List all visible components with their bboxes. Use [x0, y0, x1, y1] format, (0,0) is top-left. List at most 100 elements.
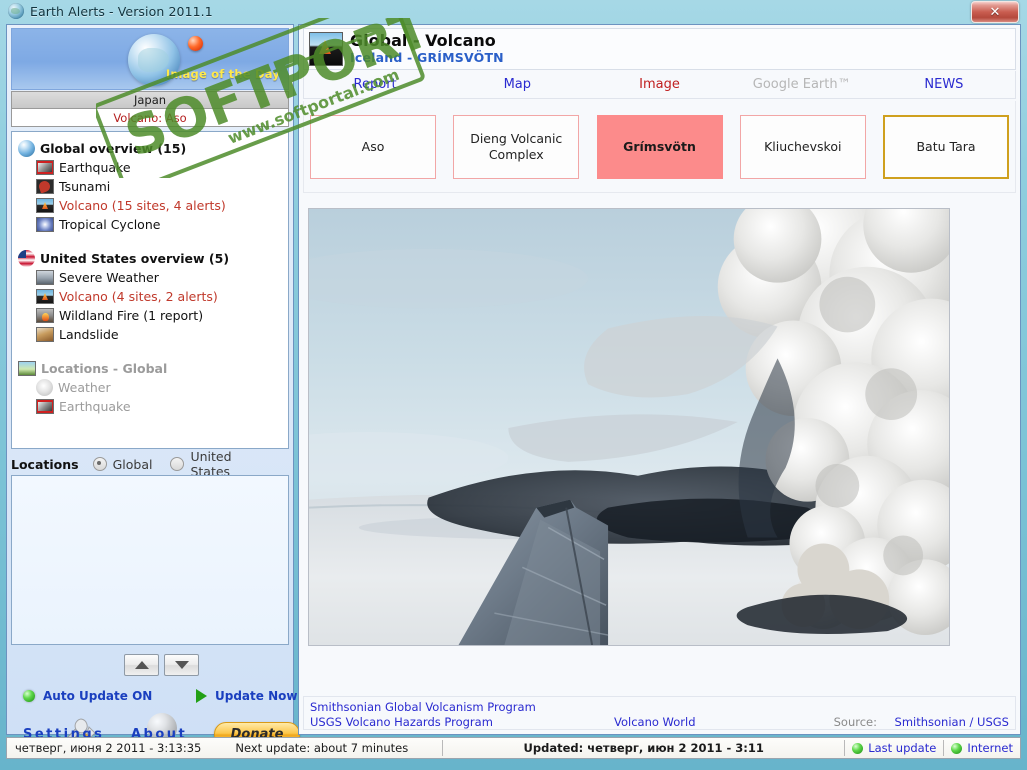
tree-item-tsunami[interactable]: Tsunami — [36, 177, 288, 196]
usa-flag-icon — [18, 249, 35, 267]
tab-map[interactable]: Map — [446, 77, 588, 92]
tree-head-locations-global[interactable]: Locations - Global — [18, 358, 288, 378]
volcano-site-tabs: Aso Dieng Volcanic Complex Grímsvötn Kli… — [303, 101, 1016, 193]
scroll-up-button[interactable] — [124, 654, 159, 676]
tree-head-label: Locations - Global — [41, 360, 168, 376]
tab-report[interactable]: Report — [304, 77, 446, 92]
page-subtitle: Iceland - GRÍMSVÖTN — [350, 50, 504, 65]
locations-bar: Locations Global United States — [11, 449, 289, 479]
tree-item-label: Volcano (15 sites, 4 alerts) — [59, 198, 226, 213]
severe-weather-icon — [36, 270, 54, 285]
locations-icon — [18, 360, 36, 376]
volcano-thumb-icon — [309, 32, 343, 66]
tree-item-wildland-fire[interactable]: Wildland Fire (1 report) — [36, 306, 288, 325]
link-volcano-world[interactable]: Volcano World — [614, 715, 696, 729]
radio-global-label: Global — [112, 456, 153, 472]
tree-group-united-states: United States overview (5) Severe Weathe… — [18, 248, 288, 344]
site-tab-kliuchevskoi[interactable]: Kliuchevskoi — [739, 114, 866, 179]
radio-dot-icon — [170, 457, 185, 471]
nav-tabs: Report Map Image Google Earth™ NEWS — [303, 71, 1016, 99]
tree-item-label: Tsunami — [59, 179, 111, 194]
cyclone-icon — [36, 217, 54, 232]
status-indicator-last-update[interactable]: Last update — [845, 741, 943, 755]
alerts-tree[interactable]: Global overview (15) Earthquake Tsunami … — [11, 131, 289, 449]
status-led-icon — [23, 690, 35, 702]
image-of-the-day-label: Image of the Day — [165, 67, 280, 81]
tree-item-volcano-global[interactable]: Volcano (15 sites, 4 alerts) — [36, 196, 288, 215]
tree-item-earthquake[interactable]: Earthquake — [36, 158, 288, 177]
close-button[interactable]: ✕ — [971, 1, 1019, 23]
tree-item-label: Volcano (4 sites, 2 alerts) — [59, 289, 218, 304]
tree-item-label: Wildland Fire (1 report) — [59, 308, 204, 323]
volcano-photo — [308, 208, 950, 646]
locations-listbox[interactable] — [11, 475, 289, 645]
close-icon: ✕ — [989, 4, 1001, 20]
chevron-up-icon — [134, 661, 149, 669]
tab-image[interactable]: Image — [588, 77, 730, 92]
tree-head-global-overview[interactable]: Global overview (15) — [18, 138, 288, 158]
earthquake-icon — [36, 399, 54, 414]
tree-head-us-overview[interactable]: United States overview (5) — [18, 248, 288, 268]
scroll-down-button[interactable] — [164, 654, 199, 676]
tree-item-earthquake-locations[interactable]: Earthquake — [36, 397, 288, 416]
update-now-label: Update Now — [215, 689, 298, 703]
tab-news[interactable]: NEWS — [873, 77, 1015, 92]
volcano-icon — [36, 198, 54, 213]
tree-item-label: Weather — [58, 380, 111, 395]
chevron-down-icon — [174, 661, 189, 669]
volcano-icon — [36, 289, 54, 304]
tree-item-landslide[interactable]: Landslide — [36, 325, 288, 344]
globe-icon — [8, 3, 24, 19]
source-label: Source: — [833, 715, 877, 729]
tree-item-weather[interactable]: Weather — [36, 378, 288, 397]
status-led-icon — [951, 742, 963, 754]
link-usgs-vhp[interactable]: USGS Volcano Hazards Program — [310, 715, 493, 729]
auto-update-label: Auto Update ON — [43, 689, 153, 703]
app-window: Earth Alerts - Version 2011.1 ✕ Image of… — [0, 0, 1027, 770]
play-icon — [196, 689, 207, 703]
status-indicator-label: Last update — [868, 741, 937, 755]
sidebar: Image of the Day Japan Volcano: Aso Glob… — [6, 24, 300, 747]
landslide-icon — [36, 327, 54, 342]
image-of-the-day-country: Japan — [11, 91, 289, 109]
source-footer: Smithsonian Global Volcanism Program USG… — [303, 696, 1016, 730]
main-header: Global - Volcano Iceland - GRÍMSVÖTN — [303, 28, 1016, 70]
weather-icon — [36, 379, 53, 396]
wildfire-icon — [36, 308, 54, 323]
status-indicator-internet[interactable]: Internet — [944, 741, 1020, 755]
tree-item-label: Landslide — [59, 327, 119, 342]
tsunami-icon — [36, 179, 54, 194]
window-title: Earth Alerts - Version 2011.1 — [30, 3, 213, 19]
tree-item-label: Tropical Cyclone — [59, 217, 161, 232]
tree-item-volcano-us[interactable]: Volcano (4 sites, 2 alerts) — [36, 287, 288, 306]
earthquake-icon — [36, 160, 54, 175]
tree-item-label: Severe Weather — [59, 270, 159, 285]
status-updated: Updated: четверг, июн 2 2011 - 3:11 — [523, 741, 764, 755]
auto-update-toggle[interactable]: Auto Update ON — [23, 689, 152, 703]
page-title: Global - Volcano — [350, 31, 496, 50]
title-bar: Earth Alerts - Version 2011.1 ✕ — [0, 0, 1027, 23]
tree-item-label: Earthquake — [59, 399, 131, 414]
locations-title: Locations — [11, 456, 79, 472]
radio-dot-icon — [92, 457, 107, 471]
tree-item-severe-weather[interactable]: Severe Weather — [36, 268, 288, 287]
main-panel: Global - Volcano Iceland - GRÍMSVÖTN Rep… — [298, 24, 1021, 735]
tree-item-tropical-cyclone[interactable]: Tropical Cyclone — [36, 215, 288, 234]
update-now-button[interactable]: Update Now — [196, 689, 297, 703]
status-date: четверг, июня 2 2011 - 3:13:35 — [15, 741, 202, 755]
status-indicator-label: Internet — [967, 741, 1013, 755]
tree-head-label: United States overview (5) — [40, 250, 230, 266]
site-tab-batu-tara[interactable]: Batu Tara — [883, 114, 1009, 179]
tab-google-earth: Google Earth™ — [752, 77, 851, 92]
tree-group-global: Global overview (15) Earthquake Tsunami … — [18, 138, 288, 234]
image-of-the-day-banner[interactable]: Image of the Day — [11, 28, 289, 90]
status-led-icon — [852, 742, 864, 754]
site-tab-grimsvotn[interactable]: Grímsvötn — [596, 114, 723, 179]
site-tab-aso[interactable]: Aso — [310, 114, 436, 179]
site-tab-dieng-volcanic-complex[interactable]: Dieng Volcanic Complex — [453, 114, 580, 179]
link-smithsonian-gvp[interactable]: Smithsonian Global Volcanism Program — [310, 700, 536, 714]
link-source-smithsonian-usgs[interactable]: Smithsonian / USGS — [895, 715, 1009, 729]
radio-global[interactable]: Global — [92, 456, 153, 472]
